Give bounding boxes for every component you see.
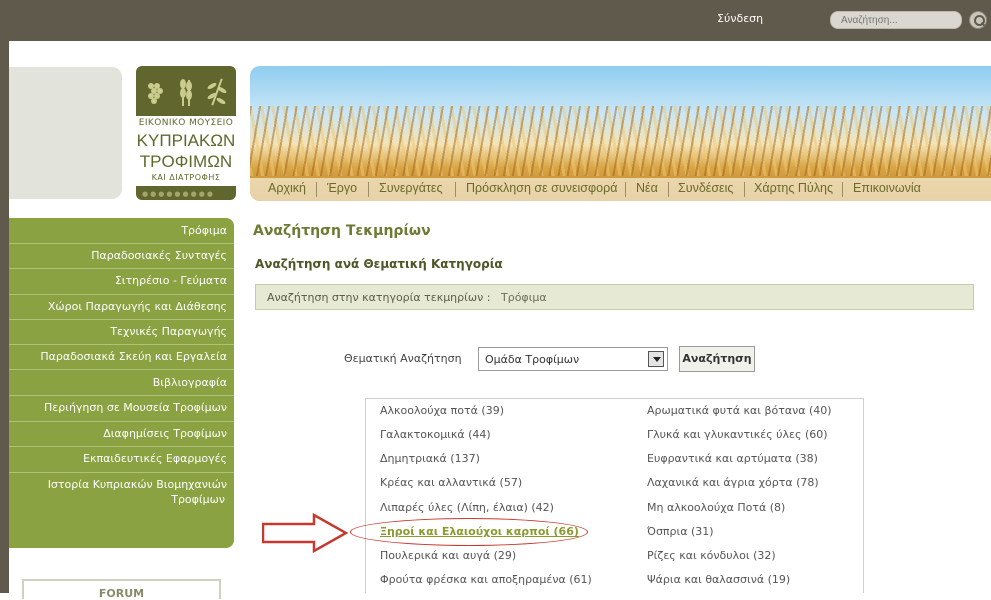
nav-contact[interactable]: Επικοινωνία	[853, 181, 921, 195]
nav-links[interactable]: Συνδέσεις	[678, 181, 733, 195]
wheat-banner: Αρχική Έργο Συνεργάτες Πρόσκληση σε συνε…	[250, 66, 991, 201]
annotation-arrow-icon	[262, 513, 348, 553]
logo-symbol-strip	[136, 66, 236, 116]
category-link[interactable]: Όσπρια (31)	[647, 525, 714, 538]
search-button[interactable]: Αναζήτηση	[679, 346, 755, 372]
left-edge-bar	[0, 41, 9, 593]
top-bar: Σύνδεση	[0, 0, 991, 41]
wheat-field-image	[250, 106, 991, 176]
sidebar-item-industries-history-cont[interactable]: Τροφίμων	[171, 493, 225, 506]
sidebar-divider	[9, 243, 234, 244]
wheat-icon	[180, 79, 192, 106]
logo-line3: ΤΡΟΦΙΜΩΝ	[139, 152, 233, 171]
sidebar-divider	[9, 395, 234, 396]
login-link[interactable]: Σύνδεση	[717, 12, 763, 25]
grapes-icon	[148, 83, 163, 104]
food-group-select[interactable]: Ομάδα Τροφίμων	[478, 347, 668, 371]
nav-separator	[744, 182, 745, 197]
sidebar-item-utensils[interactable]: Παραδοσιακά Σκεύη και Εργαλεία	[40, 350, 227, 363]
sidebar-divider	[9, 344, 234, 345]
nav-partners[interactable]: Συνεργάτες	[379, 181, 443, 195]
olive-branch-icon	[207, 78, 227, 106]
category-link[interactable]: Λιπαρές ύλες (Λίπη, έλαια) (42)	[380, 501, 554, 514]
sidebar-divider	[9, 268, 234, 269]
decorative-panel	[9, 67, 122, 199]
nav-sitemap[interactable]: Χάρτης Πύλης	[754, 181, 833, 195]
logo-line2: ΚΥΠΡΙΑΚΩΝ	[136, 131, 236, 150]
category-value: Τρόφιμα	[501, 291, 547, 304]
theme-search-label: Θεματική Αναζήτηση	[344, 352, 462, 365]
logo-line4: ΚΑΙ ΔΙΑΤΡΟΦΗΣ	[151, 173, 221, 182]
sidebar-divider	[9, 472, 234, 473]
sidebar-item-museums[interactable]: Περιήγηση σε Μουσεία Τροφίμων	[44, 401, 227, 414]
search-icon[interactable]	[969, 11, 987, 29]
nav-project[interactable]: Έργο	[327, 181, 357, 195]
page-title: Αναζήτηση Τεκμηρίων	[253, 223, 431, 239]
logo-line1: ΕΙΚΟΝΙΚΟ ΜΟΥΣΕΙΟ	[138, 118, 234, 128]
category-link[interactable]: Γλυκά και γλυκαντικές ύλες (60)	[647, 428, 828, 441]
category-link[interactable]: Μη αλκοολούχα Ποτά (8)	[647, 501, 785, 514]
category-info-box: Αναζήτηση στην κατηγορία τεκμηρίων : Τρό…	[255, 284, 974, 310]
category-link[interactable]: Ευφραντικά και αρτύματα (38)	[647, 452, 818, 465]
category-link[interactable]: Γαλακτοκομικά (44)	[380, 428, 491, 441]
category-link[interactable]: Πουλερικά και αυγά (29)	[380, 549, 516, 562]
category-link[interactable]: Λαχανικά και άγρια χόρτα (78)	[647, 476, 819, 489]
chevron-down-icon[interactable]	[648, 351, 664, 367]
sidebar-divider	[9, 421, 234, 422]
logo-dots: ●●●●●●●●●	[142, 190, 215, 198]
section-subtitle: Αναζήτηση ανά Θεματική Κατηγορία	[255, 257, 503, 271]
sidebar-item-bibliography[interactable]: Βιβλιογραφία	[153, 376, 227, 389]
annotation-ellipse	[350, 518, 588, 546]
nav-news[interactable]: Νέα	[636, 181, 658, 195]
category-label: Αναζήτηση στην κατηγορία τεκμηρίων :	[267, 291, 491, 304]
search-input[interactable]	[830, 11, 962, 29]
select-value: Ομάδα Τροφίμων	[485, 353, 580, 366]
sidebar-item-techniques[interactable]: Τεχνικές Παραγωγής	[110, 325, 227, 338]
nav-contribution-call[interactable]: Πρόσκληση σε συνεισφορά	[466, 181, 617, 195]
sidebar-item-recipes[interactable]: Παραδοσιακές Συνταγές	[91, 249, 227, 262]
category-link[interactable]: Κρέας και αλλαντικά (57)	[380, 476, 522, 489]
category-link[interactable]: Φρούτα φρέσκα και αποξηραμένα (61)	[380, 573, 592, 586]
nav-separator	[668, 182, 669, 197]
sidebar-item-educational[interactable]: Εκπαιδευτικές Εφαρμογές	[83, 452, 227, 465]
sidebar-item-industries-history[interactable]: Ιστορία Κυπριακών Βιομηχανιών	[48, 478, 227, 491]
nav-separator	[842, 182, 843, 197]
nav-separator	[316, 182, 317, 197]
sidebar-item-foods[interactable]: Τρόφιμα	[181, 224, 227, 237]
nav-separator	[368, 182, 369, 197]
nav-separator	[625, 182, 626, 197]
category-link[interactable]: Αλκοολούχα ποτά (39)	[380, 404, 504, 417]
sidebar-divider	[9, 319, 234, 320]
forum-box[interactable]: FORUM	[22, 579, 221, 600]
sidebar: Τρόφιμα Παραδοσιακές Συνταγές Σιτηρέσιο …	[9, 218, 234, 548]
category-link[interactable]: Ψάρια και θαλασσινά (19)	[647, 573, 790, 586]
category-link[interactable]: Ρίζες και κόνδυλοι (32)	[647, 549, 776, 562]
sidebar-item-meals[interactable]: Σιτηρέσιο - Γεύματα	[115, 274, 227, 287]
museum-logo[interactable]: ΕΙΚΟΝΙΚΟ ΜΟΥΣΕΙΟ ΚΥΠΡΙΑΚΩΝ ΤΡΟΦΙΜΩΝ ΚΑΙ …	[136, 66, 236, 202]
nav-separator	[455, 182, 456, 197]
sidebar-item-ads[interactable]: Διαφημίσεις Τροφίμων	[103, 427, 227, 440]
main-nav: Αρχική Έργο Συνεργάτες Πρόσκληση σε συνε…	[250, 178, 991, 201]
sidebar-divider	[9, 369, 234, 370]
category-link[interactable]: Δημητριακά (137)	[380, 452, 480, 465]
nav-home[interactable]: Αρχική	[268, 181, 306, 195]
sidebar-divider	[9, 294, 234, 295]
sidebar-item-production-places[interactable]: Χώροι Παραγωγής και Διάθεσης	[48, 300, 227, 313]
logo-bottom-strip: ●●●●●●●●●	[136, 186, 236, 200]
sidebar-divider	[9, 446, 234, 447]
category-link[interactable]: Αρωματικά φυτά και βότανα (40)	[647, 404, 832, 417]
